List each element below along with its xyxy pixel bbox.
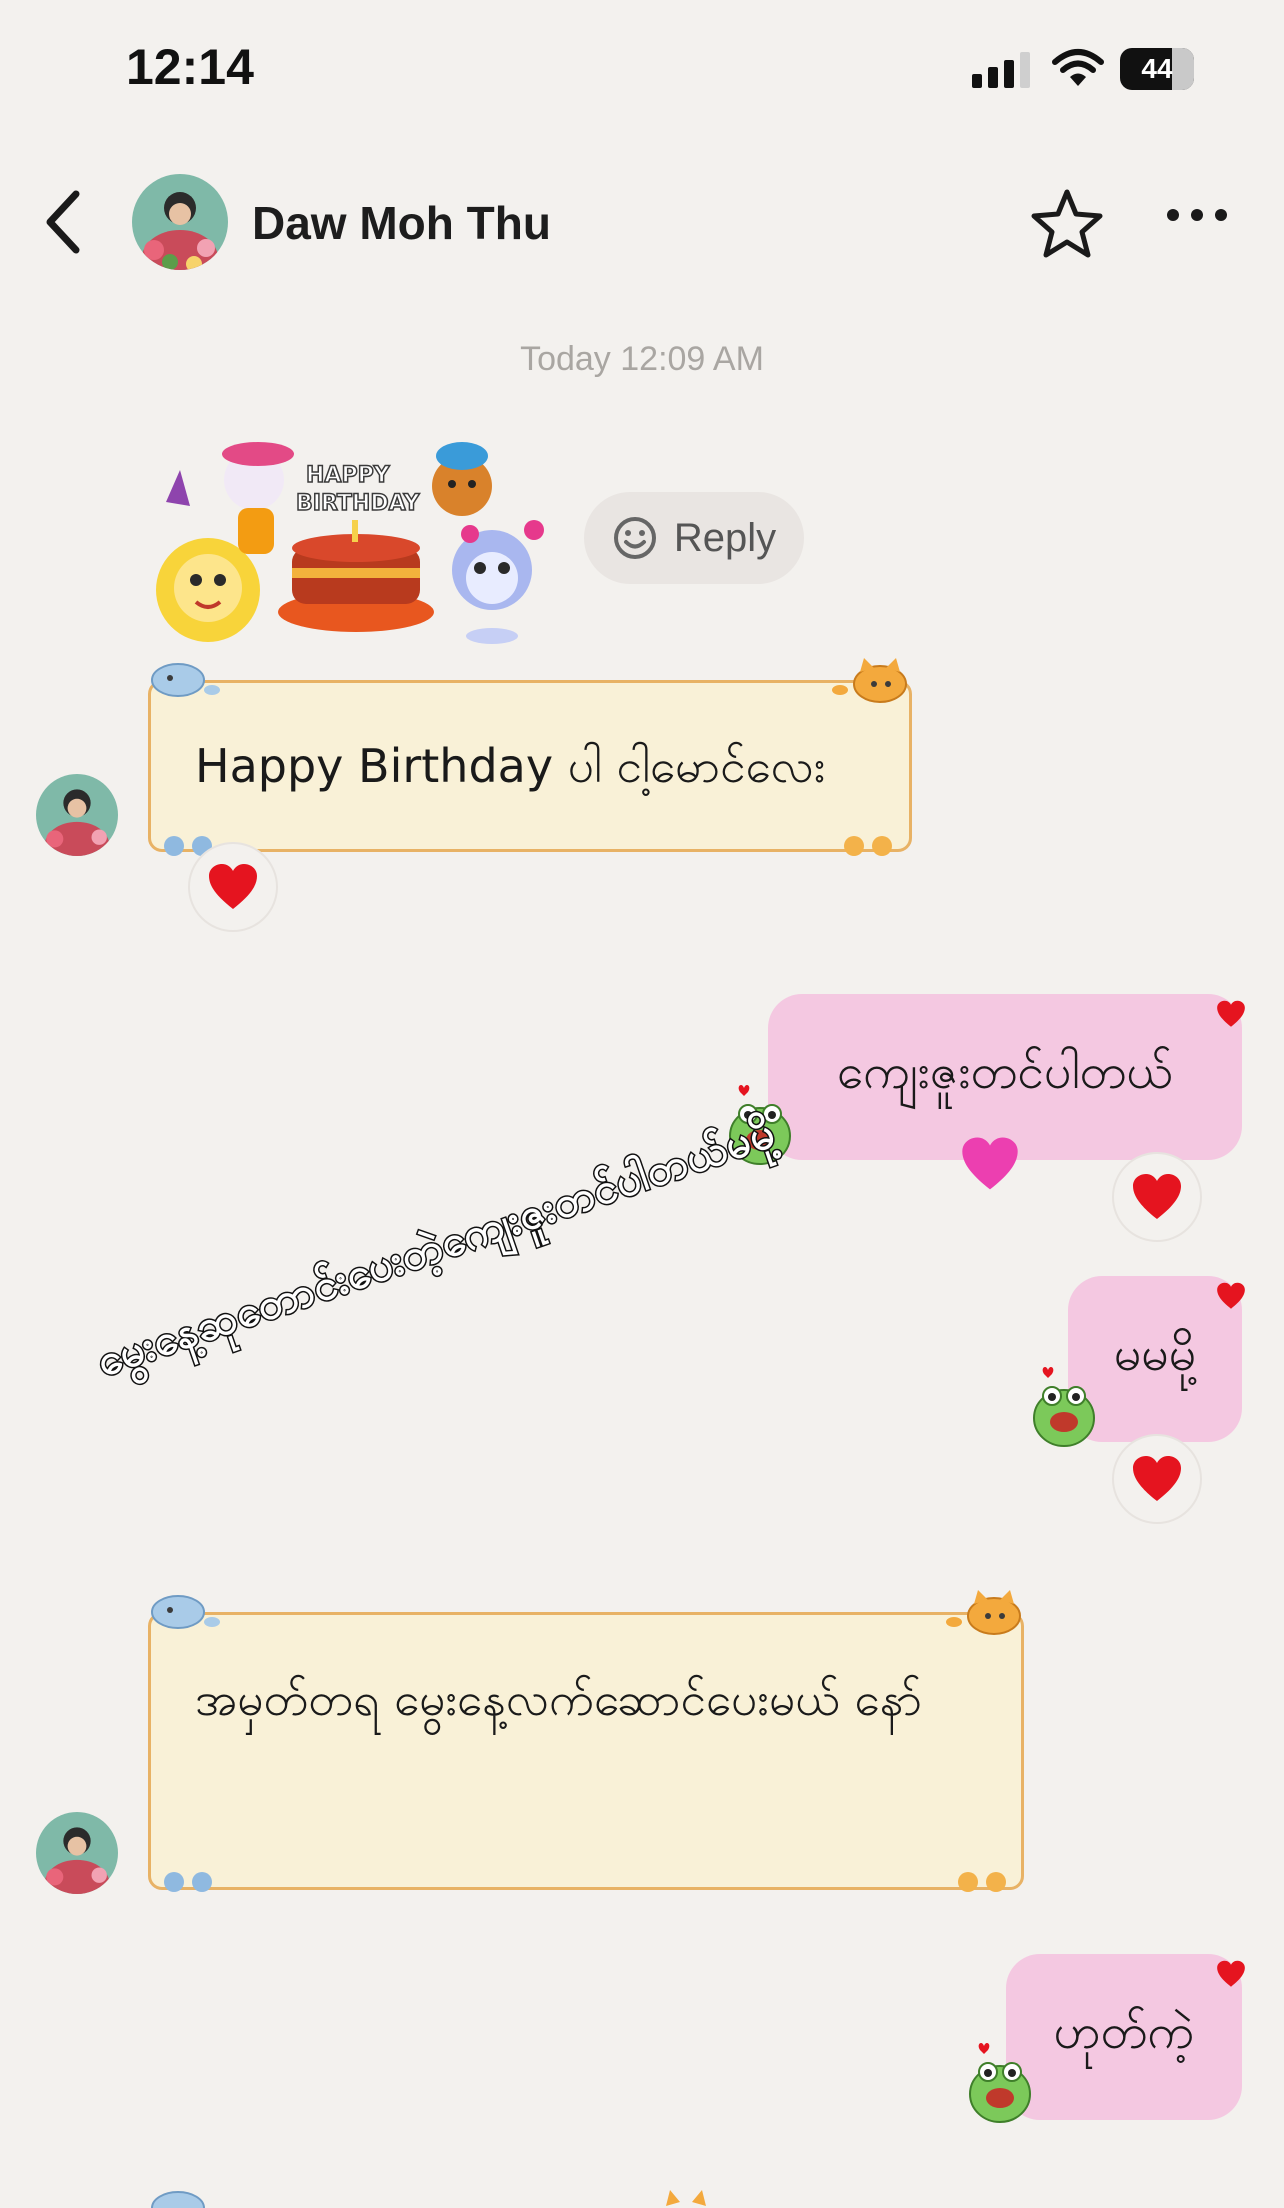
happy-birthday-sticker[interactable]: HAPPY BIRTHDAY (146, 430, 566, 650)
frog-decoration-icon (969, 2043, 1031, 2123)
paw-decoration-icon (164, 1872, 212, 1892)
message-text: မမမို့ (1113, 1326, 1197, 1382)
message-bubble-outgoing[interactable]: ဟုတ်ကဲ့ (1006, 1954, 1242, 2120)
wifi-icon (1052, 49, 1104, 86)
back-arrow-icon[interactable] (40, 188, 86, 256)
more-options-icon[interactable] (1166, 208, 1228, 222)
contact-avatar[interactable] (132, 174, 228, 270)
message-text: ကျေးဇူးတင်ပါတယ် (837, 1044, 1173, 1100)
heart-reaction[interactable] (188, 842, 278, 932)
cat-decoration-icon (832, 658, 907, 703)
smiley-icon (613, 517, 656, 559)
contact-name[interactable]: Daw Moh Thu (252, 196, 551, 250)
sender-avatar[interactable] (36, 1812, 118, 1894)
battery-indicator: 44 (1120, 48, 1194, 90)
cat-decoration-icon (946, 1590, 1021, 1635)
dog-decoration-icon (151, 663, 220, 697)
reply-label: Reply (673, 515, 777, 560)
dog-decoration-icon (151, 2191, 205, 2208)
heart-icon (1133, 1456, 1181, 1501)
heart-decoration-icon (1217, 1960, 1245, 1987)
message-bubble-incoming[interactable]: Happy Birthday ပါ ငါ့မောင်လေး (148, 680, 912, 852)
cat-decoration-icon (666, 2190, 706, 2206)
paw-decoration-icon (958, 1872, 1006, 1892)
message-bubble-incoming[interactable]: အမှတ်တရ မွေးနေ့လက်ဆောင်ပေးမယ် နော် (148, 1612, 1024, 1890)
frog-decoration-icon (1033, 1367, 1095, 1447)
message-text: Happy Birthday ပါ ငါ့မောင်လေး (195, 739, 826, 793)
heart-icon (209, 864, 257, 909)
heart-decoration-icon (1217, 1282, 1245, 1309)
reply-button[interactable]: Reply (584, 492, 804, 584)
heart-reaction[interactable] (1112, 1152, 1202, 1242)
cellular-signal-icon (972, 52, 1030, 88)
sender-avatar[interactable] (36, 774, 118, 856)
message-text: အမှတ်တရ မွေးနေ့လက်ဆောင်ပေးမယ် နော် (195, 1672, 923, 1726)
heart-icon (1133, 1174, 1181, 1219)
svg-text:BIRTHDAY: BIRTHDAY (296, 491, 421, 516)
message-text: ဟုတ်ကဲ့ (1053, 2004, 1195, 2060)
pink-heart-icon (962, 1137, 1018, 1190)
heart-decoration-icon (1217, 1000, 1245, 1027)
paw-decoration-icon (844, 836, 892, 856)
status-time: 12:14 (126, 39, 254, 95)
chat-timestamp: Today 12:09 AM (520, 340, 764, 378)
sticker-text: HAPPY (306, 463, 391, 488)
dog-decoration-icon (151, 1595, 220, 1629)
overlay-caption: မွေးနေ့ဆုတောင်းပေးတဲ့ကျေးဇူးတင်ပါတယ်မမို… (89, 1106, 783, 1388)
heart-reaction[interactable] (1112, 1434, 1202, 1524)
star-icon[interactable] (1030, 188, 1104, 258)
